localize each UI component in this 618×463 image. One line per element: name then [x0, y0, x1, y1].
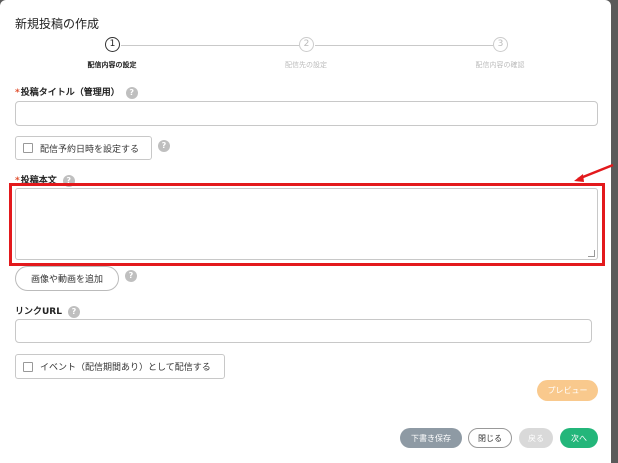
stepper-line: [121, 45, 299, 46]
help-icon[interactable]: ?: [125, 270, 137, 282]
close-button[interactable]: 閉じる: [468, 428, 512, 448]
schedule-help: ?: [152, 140, 170, 152]
add-media-button[interactable]: 画像や動画を追加: [15, 266, 119, 291]
annotation-arrow-icon: [574, 163, 614, 182]
step-1-label: 配信内容の設定: [87, 61, 137, 69]
preview-button[interactable]: プレビュー: [537, 380, 598, 401]
schedule-checkbox-field[interactable]: 配信予約日時を設定する: [15, 136, 152, 160]
link-url-input[interactable]: [15, 319, 592, 343]
post-title-label-text: 投稿タイトル（管理用）: [20, 88, 120, 98]
event-checkbox[interactable]: [23, 361, 33, 372]
required-mark: *: [15, 88, 20, 98]
schedule-checkbox[interactable]: [23, 143, 33, 153]
step-2-indicator: 2: [299, 37, 314, 52]
event-checkbox-label: イベント（配信期間あり）として配信する: [40, 363, 211, 373]
step-2-label: 配信先の設定: [285, 61, 327, 69]
post-title-input[interactable]: [15, 101, 598, 126]
step-3-label: 配信内容の確認: [475, 61, 525, 69]
back-button[interactable]: 戻る: [519, 428, 553, 448]
event-checkbox-field[interactable]: イベント（配信期間あり）として配信する: [15, 354, 225, 379]
step-3-indicator: 3: [493, 37, 508, 52]
link-url-label: リンクURL?: [15, 304, 80, 318]
schedule-checkbox-label: 配信予約日時を設定する: [40, 144, 140, 155]
annotation-highlight-box: [9, 183, 605, 266]
help-icon[interactable]: ?: [158, 140, 170, 152]
stepper-line: [315, 45, 493, 46]
link-url-label-text: リンクURL: [15, 307, 62, 317]
save-draft-button[interactable]: 下書き保存: [400, 428, 462, 448]
add-media-help: ?: [119, 270, 137, 282]
help-icon[interactable]: ?: [125, 86, 138, 99]
post-title-label: *投稿タイトル（管理用）?: [15, 85, 138, 99]
progress-stepper: 1 2 3 配信内容の設定 配信先の設定 配信内容の確認: [0, 36, 611, 76]
next-button[interactable]: 次へ: [560, 428, 598, 448]
help-icon[interactable]: ?: [67, 305, 80, 318]
step-1-indicator: 1: [105, 37, 120, 52]
dialog-title: 新規投稿の作成: [15, 17, 100, 31]
